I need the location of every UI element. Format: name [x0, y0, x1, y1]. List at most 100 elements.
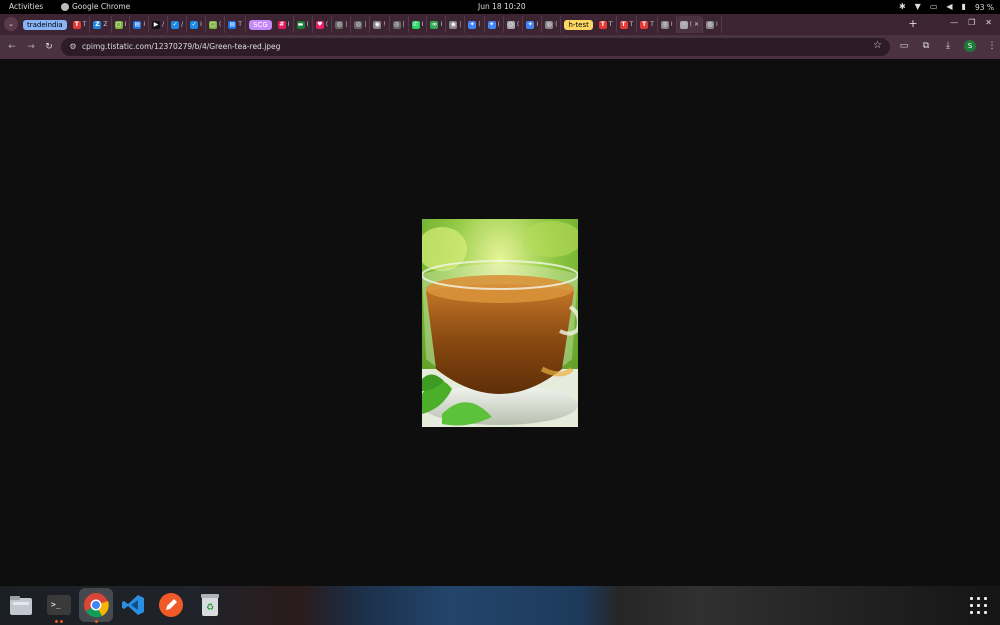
tab-favicon-icon: ▢	[114, 20, 123, 29]
terminal-app-icon[interactable]: >_	[46, 592, 72, 618]
tab-close-icon[interactable]: ✕	[694, 21, 699, 28]
tab[interactable]: ▤ I	[130, 16, 150, 33]
tab-group-h-test[interactable]: h-test	[564, 19, 593, 30]
system-tray[interactable]: ✱ ▼ ▭ ◀ ▮ 93 %	[899, 2, 994, 12]
accessibility-icon[interactable]: ✱	[899, 2, 906, 12]
tab[interactable]: # I	[275, 16, 294, 33]
tab[interactable]: ▢ I	[112, 16, 131, 33]
minimize-icon[interactable]: —	[950, 18, 958, 27]
tab[interactable]: ✓ I	[187, 16, 206, 33]
profile-avatar[interactable]: S	[964, 40, 976, 52]
tab[interactable]: ▶ /	[149, 16, 169, 33]
tab-title: (	[497, 21, 500, 28]
tab-strip: ⌄ tradeindia T T Z Z ▢ I ▤ I ▶ / ✓ / ✓ I ▢(▤ T SCG # I ▬(♥(◎…	[0, 14, 1000, 35]
tab[interactable]: ✓ /	[168, 16, 188, 33]
tab-title: (	[325, 21, 329, 28]
tab-favicon-icon: ✦	[526, 20, 535, 29]
site-info-icon[interactable]: ⚙	[67, 41, 79, 53]
tab[interactable]: ▢(	[206, 16, 226, 33]
tab-active[interactable]: ◦(✕	[676, 16, 704, 33]
vscode-app-icon[interactable]	[120, 592, 146, 618]
reload-button[interactable]: ↻	[43, 41, 55, 53]
tab-favicon-icon: ◉	[449, 20, 458, 29]
tab-favicon-icon: ◎	[660, 20, 669, 29]
chrome-app-icon[interactable]	[79, 588, 113, 622]
tab[interactable]: ✦(	[465, 16, 485, 33]
restore-icon[interactable]: ❐	[968, 18, 975, 27]
tab-title: I	[200, 21, 202, 28]
files-app-icon[interactable]	[8, 592, 34, 618]
tab-title: !	[383, 21, 386, 28]
tab[interactable]: TT	[70, 16, 91, 33]
tab[interactable]: ◎ I	[703, 16, 722, 33]
tab[interactable]: TT	[596, 16, 617, 33]
tab-title: (	[516, 21, 520, 28]
tab-favicon-icon: T	[72, 20, 81, 29]
bookmark-star-icon[interactable]: ☆	[873, 40, 882, 51]
tab-favicon-icon: ◦	[679, 20, 688, 29]
tab-favicon-icon: ✆	[411, 20, 420, 29]
app-menu[interactable]: Google Chrome	[61, 2, 130, 11]
activities-button[interactable]: Activities	[9, 2, 43, 11]
tab[interactable]: ◎ I	[658, 16, 677, 33]
tab-group-tradeindia[interactable]: tradeindia	[23, 19, 67, 30]
tab[interactable]: ◎ |	[351, 16, 371, 33]
tab-favicon-icon: #	[277, 20, 286, 29]
new-tab-button[interactable]: +	[907, 17, 919, 31]
tab-title: |	[364, 21, 367, 28]
address-bar[interactable]: ⚙ cpimg.tistatic.com/12370279/b/4/Green-…	[61, 38, 890, 56]
tab-favicon-icon: ◎	[706, 20, 715, 29]
tab-favicon-icon: ◎	[545, 20, 554, 29]
tab-favicon-icon: ▶	[152, 20, 161, 29]
text-editor-app-icon[interactable]	[158, 592, 184, 618]
tab[interactable]: TT	[617, 16, 638, 33]
tab-title: |	[402, 21, 405, 28]
url-text[interactable]: cpimg.tistatic.com/12370279/b/4/Green-te…	[82, 42, 280, 51]
tab[interactable]: ▬(	[294, 16, 313, 33]
tab[interactable]: ◇(	[504, 16, 524, 33]
tab[interactable]: ◉ |	[446, 16, 466, 33]
tab[interactable]: ZZ	[90, 16, 112, 33]
tab-title: I	[124, 21, 127, 28]
tab[interactable]: ♥(	[313, 16, 333, 33]
tab-title: I	[670, 21, 673, 28]
tab[interactable]: ∞ I	[427, 16, 447, 33]
tab-favicon-icon: ✓	[171, 20, 180, 29]
tab-group-scg[interactable]: SCG	[248, 19, 272, 30]
download-icon[interactable]: ⤓	[942, 40, 954, 52]
tab[interactable]: ◎ |	[390, 16, 409, 33]
tab-favicon-icon: ▤	[228, 20, 237, 29]
back-button[interactable]: ←	[6, 41, 18, 53]
tab[interactable]: ◉!	[370, 16, 390, 33]
tab-favicon-icon: ✦	[487, 20, 496, 29]
tab-title: /	[162, 21, 165, 28]
forward-button[interactable]: →	[25, 41, 37, 53]
tab-search-button[interactable]: ⌄	[4, 17, 18, 31]
svg-text:♻: ♻	[206, 603, 214, 613]
tab[interactable]: ✆ I	[409, 16, 428, 33]
show-apps-button[interactable]	[970, 597, 987, 614]
close-window-icon[interactable]: ✕	[985, 18, 992, 27]
tab[interactable]: ✦ I	[523, 16, 543, 33]
tab-favicon-icon: ◉	[373, 20, 382, 29]
tab-favicon-icon: ✦	[468, 20, 477, 29]
tab[interactable]: ◎(	[542, 16, 562, 33]
tab[interactable]: ◎ |	[332, 16, 352, 33]
tab[interactable]: ✦(	[485, 16, 504, 33]
more-menu-icon[interactable]: ⋮	[986, 40, 998, 52]
tab-title: (	[689, 21, 692, 28]
tab-title: I	[287, 21, 290, 28]
tab[interactable]: ▤ T	[225, 16, 246, 33]
tab[interactable]: TT	[637, 16, 658, 33]
clock[interactable]: Jun 18 10:20	[478, 2, 526, 11]
chrome-running-indicator	[95, 620, 98, 623]
extensions-icon[interactable]: ⧉	[920, 40, 932, 52]
tab-title: (	[478, 21, 481, 28]
tab-favicon-icon: Z	[93, 20, 102, 29]
dock: >_ ♻	[0, 586, 1000, 625]
tea-cup-image[interactable]	[422, 219, 578, 427]
trash-app-icon[interactable]: ♻	[197, 592, 223, 618]
volume-icon: ◀	[946, 2, 953, 11]
cast-icon[interactable]: ▭	[898, 40, 910, 52]
tab-title: T	[629, 21, 634, 28]
